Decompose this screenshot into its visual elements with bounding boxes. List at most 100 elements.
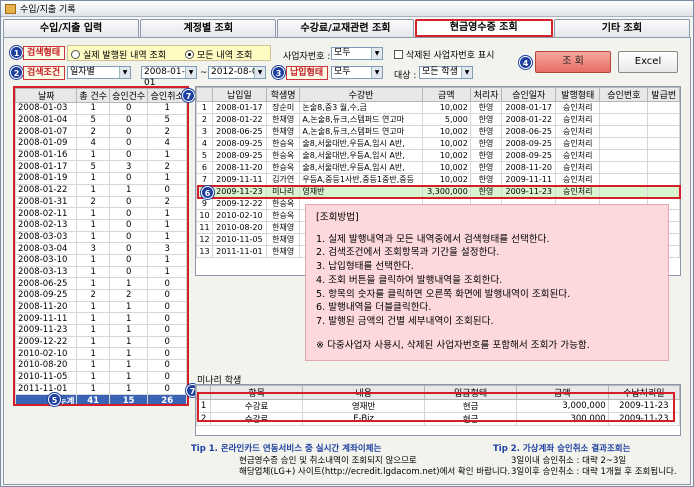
cell-count[interactable]: 0 xyxy=(108,113,149,127)
biz-no-select[interactable]: 모두 ▼ xyxy=(331,47,383,60)
cell-count[interactable]: 1 xyxy=(147,148,187,162)
cell-count[interactable]: 0 xyxy=(147,324,187,337)
main-col-header[interactable]: 학생명 xyxy=(265,87,301,102)
cell-count[interactable]: 1 xyxy=(76,370,110,384)
table-row[interactable]: 2008-02-11 1 0 1 xyxy=(15,207,187,220)
table-row[interactable]: 3 2008-06-25 한채영 A,논술8,듀크,스템퍼드 연고마 10,002 한영 2… xyxy=(196,125,680,138)
col-approved[interactable]: 승인건수 xyxy=(108,88,149,103)
table-row[interactable]: 1 2008-01-17 장순미 논술8,중3 월,수,금 10,002 한영 2008-0… xyxy=(196,101,680,114)
cell-count[interactable]: 5 xyxy=(147,113,187,127)
table-row[interactable]: 2008-01-22 1 1 0 xyxy=(15,183,187,197)
table-row[interactable]: 2008-11-20 1 1 0 xyxy=(15,300,187,314)
table-row[interactable]: 2008-03-03 1 0 1 xyxy=(15,230,187,244)
date-to-input[interactable]: 2012-08-09 ▼ xyxy=(208,66,266,79)
main-col-header[interactable]: 승인일자 xyxy=(501,87,557,102)
cell-count[interactable]: 2 xyxy=(108,289,149,302)
table-row[interactable]: 2009-12-22 1 1 0 xyxy=(15,335,187,349)
table-row[interactable]: 2008-09-25 2 2 0 xyxy=(15,289,187,302)
cell-count[interactable]: 0 xyxy=(147,347,187,361)
detail-col-header[interactable]: 입금형태 xyxy=(424,385,517,400)
target-select[interactable]: 모든 학생 ▼ xyxy=(419,66,473,79)
table-row[interactable]: 82009-11-23미나리영재반3,300,000한영2009-11-23승인… xyxy=(196,185,680,198)
col-date[interactable]: 날짜 xyxy=(15,88,78,103)
table-row[interactable]: 4 2008-09-25 한승옥 술8,서울대반,우등A,임시 A반, 10,002 한영… xyxy=(196,137,680,150)
main-col-header[interactable]: 납입일 xyxy=(211,87,267,102)
cell-count[interactable]: 1 xyxy=(147,265,187,279)
cell-count[interactable]: 3 xyxy=(108,160,149,174)
deleted-biz-checkbox[interactable]: 삭제된 사업자번호 표시 xyxy=(394,48,494,61)
tab-account-query[interactable]: 계정별 조회 xyxy=(140,19,277,37)
table-row[interactable]: 2008-03-10 1 0 1 xyxy=(15,253,187,267)
cell-count[interactable]: 1 xyxy=(147,230,187,244)
cell-count[interactable]: 2 xyxy=(147,195,187,209)
cell-count[interactable]: 0 xyxy=(147,370,187,384)
table-row[interactable]: 2008-06-25 1 1 0 xyxy=(15,277,187,290)
cell-count[interactable]: 1 xyxy=(147,207,187,220)
cell-count[interactable]: 3 xyxy=(147,242,187,255)
cell-count[interactable]: 0 xyxy=(108,148,149,162)
cell-count[interactable]: 1 xyxy=(76,172,110,185)
table-row[interactable]: 2008-02-13 1 0 1 xyxy=(15,218,187,232)
main-col-header[interactable]: 금액 xyxy=(421,87,471,102)
main-col-header[interactable]: 승인번호 xyxy=(599,87,649,102)
cell-count[interactable]: 2 xyxy=(76,289,110,302)
cell-count[interactable]: 1 xyxy=(76,148,110,162)
cell-count[interactable]: 5 xyxy=(76,160,110,174)
cell-count[interactable]: 1 xyxy=(147,172,187,185)
table-row[interactable]: 2008-01-03 1 0 1 xyxy=(15,102,187,115)
cell-count[interactable]: 1 xyxy=(76,183,110,197)
table-row[interactable]: 2008-01-19 1 0 1 xyxy=(15,172,187,185)
cell-count[interactable]: 1 xyxy=(76,324,110,337)
cell-count[interactable]: 2 xyxy=(76,195,110,209)
table-row[interactable]: 2009-11-23 1 1 0 xyxy=(15,324,187,337)
table-row[interactable]: 2009-11-11 1 1 0 xyxy=(15,312,187,326)
cell-count[interactable]: 0 xyxy=(108,125,149,139)
cell-count[interactable]: 1 xyxy=(76,253,110,267)
cell-count[interactable]: 0 xyxy=(147,335,187,349)
table-row[interactable]: 5 2008-09-25 한승옥 술8,서울대반,우등A,임시 A반, 10,002 한영… xyxy=(196,149,680,162)
cell-count[interactable]: 0 xyxy=(108,242,149,255)
detail-col-header[interactable]: 금액 xyxy=(515,385,609,400)
cell-count[interactable]: 1 xyxy=(76,230,110,244)
cell-count[interactable]: 0 xyxy=(108,102,149,115)
cell-count[interactable]: 0 xyxy=(108,253,149,267)
cell-count[interactable]: 1 xyxy=(108,277,149,290)
excel-button[interactable]: Excel xyxy=(618,51,678,73)
cell-count[interactable]: 1 xyxy=(108,324,149,337)
cell-count[interactable]: 1 xyxy=(76,102,110,115)
radio-all[interactable]: 모든 내역 조회 xyxy=(185,48,252,61)
cell-count[interactable]: 1 xyxy=(76,335,110,349)
table-row[interactable]: 2008-03-13 1 0 1 xyxy=(15,265,187,279)
cell-count[interactable]: 0 xyxy=(108,265,149,279)
cell-count[interactable]: 4 xyxy=(147,137,187,150)
table-row[interactable]: 2011-11-01 1 1 0 xyxy=(15,382,187,396)
cell-count[interactable]: 1 xyxy=(108,183,149,197)
date-from-input[interactable]: 2008-01-01 ▼ xyxy=(141,66,197,88)
detail-col-header[interactable]: 내용 xyxy=(301,385,426,400)
cell-count[interactable]: 2 xyxy=(76,125,110,139)
cell-count[interactable]: 1 xyxy=(147,253,187,267)
cell-count[interactable]: 0 xyxy=(147,359,187,372)
cell-count[interactable]: 0 xyxy=(108,207,149,220)
cell-count[interactable]: 1 xyxy=(147,102,187,115)
cell-count[interactable]: 4 xyxy=(76,137,110,150)
cell-count[interactable]: 2 xyxy=(147,125,187,139)
table-row[interactable]: 2008-03-04 3 0 3 xyxy=(15,242,187,255)
cell-count[interactable]: 1 xyxy=(108,382,149,396)
cond-select[interactable]: 일자별 ▼ xyxy=(67,66,131,79)
table-row[interactable]: 2008-01-04 5 0 5 xyxy=(15,113,187,127)
cell-count[interactable]: 1 xyxy=(108,370,149,384)
radio-actual[interactable]: 실제 발행된 내역 조회 xyxy=(71,48,166,61)
cell-count[interactable]: 0 xyxy=(108,137,149,150)
detail-col-header[interactable]: 항목 xyxy=(210,385,303,400)
tab-tuition-query[interactable]: 수강료/교재관련 조회 xyxy=(277,19,414,37)
main-col-header[interactable]: 수강반 xyxy=(299,87,423,102)
cell-count[interactable]: 1 xyxy=(76,207,110,220)
cell-count[interactable]: 1 xyxy=(76,347,110,361)
cell-count[interactable]: 1 xyxy=(108,312,149,326)
cell-count[interactable]: 1 xyxy=(108,300,149,314)
query-button[interactable]: 조 회 xyxy=(535,51,611,73)
table-row[interactable]: 2008-01-07 2 0 2 xyxy=(15,125,187,139)
cell-count[interactable]: 0 xyxy=(147,382,187,396)
cell-count[interactable]: 1 xyxy=(76,359,110,372)
